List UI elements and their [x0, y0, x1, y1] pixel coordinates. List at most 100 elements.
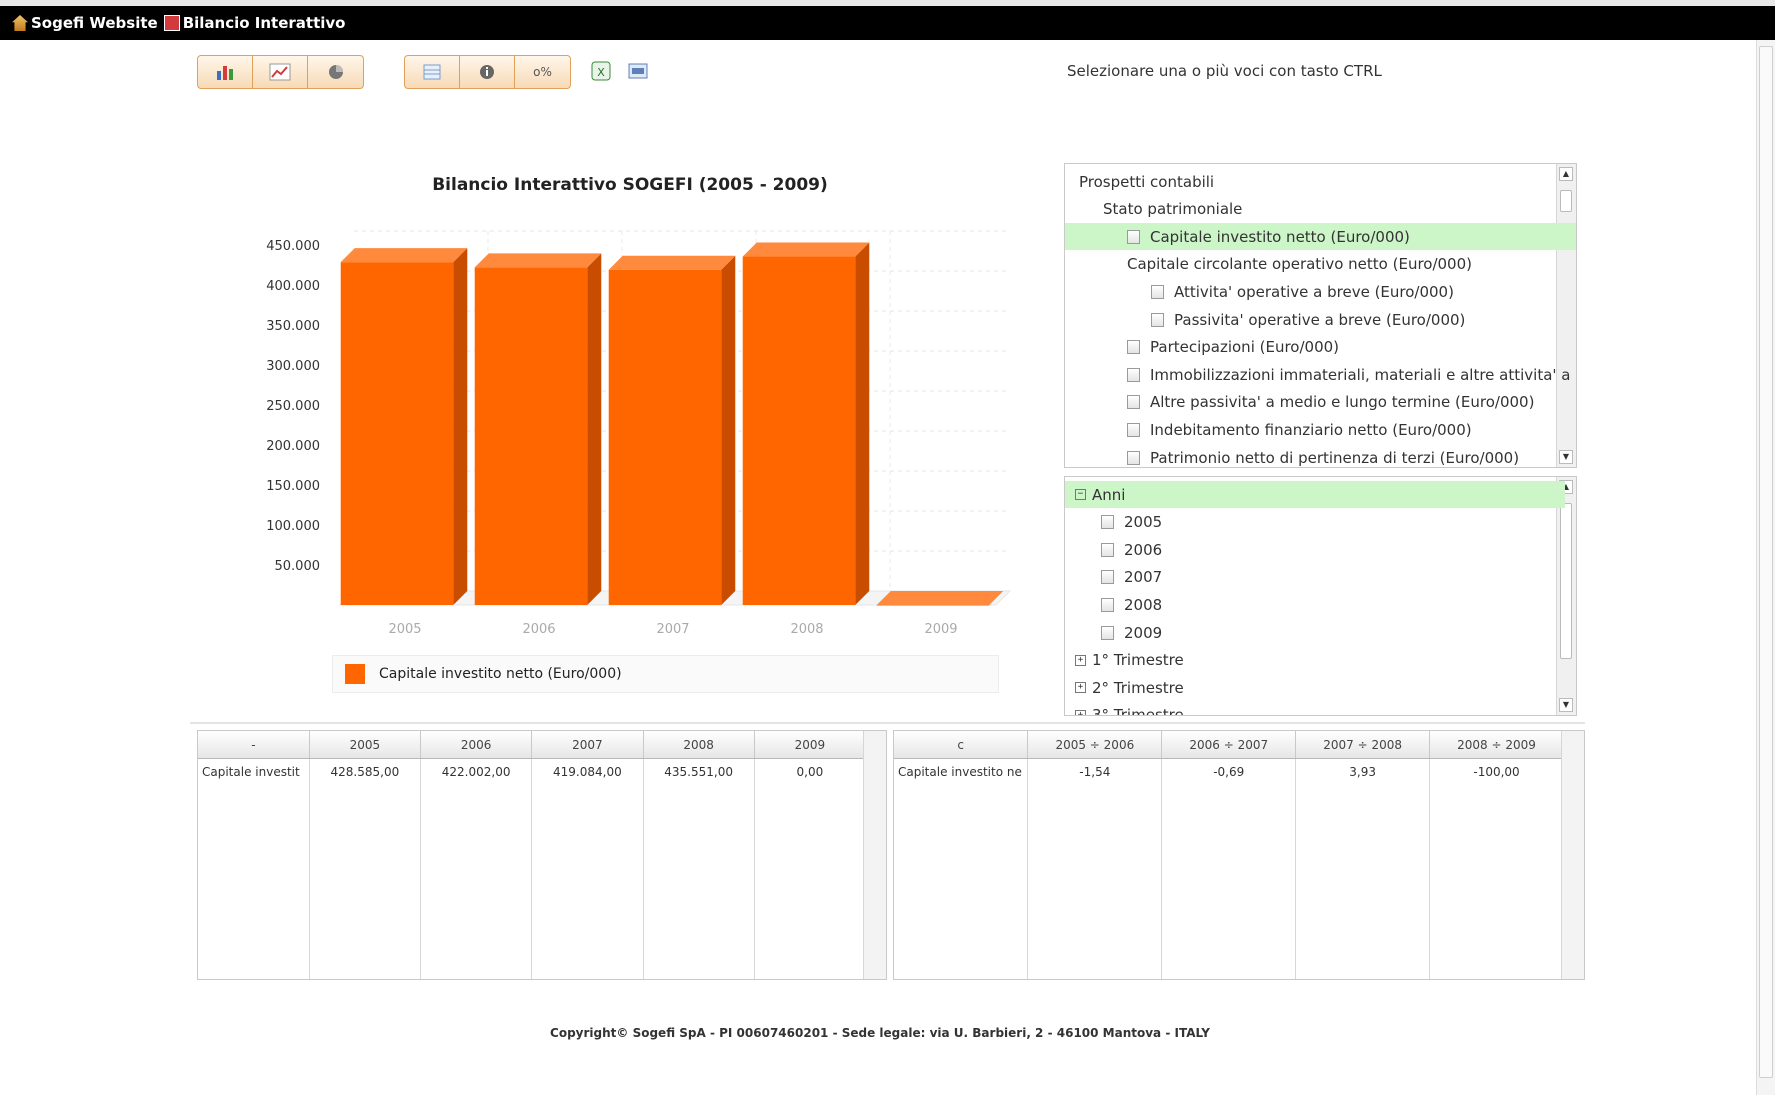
bar-side — [453, 248, 468, 605]
measures-tree[interactable]: ▲ ▼ Prospetti contabili Stato patrimonial… — [1064, 163, 1577, 468]
x-tick-label: 2009 — [924, 622, 957, 635]
table-cell: 0,00 — [754, 758, 867, 979]
column-header[interactable]: 2008 — [643, 731, 755, 759]
bar-chart-icon — [217, 66, 233, 80]
page-scrollbar-thumb[interactable] — [1759, 46, 1773, 1078]
x-tick-label: 2007 — [656, 622, 689, 635]
tree-item-label: 1° Trimestre — [1092, 651, 1184, 670]
periods-tree[interactable]: ▲ ▼ − Anni 2005 2006 2007 2008 2009 +1° Trimest… — [1064, 476, 1577, 716]
column-header[interactable]: 2005 ÷ 2006 — [1027, 731, 1163, 759]
info-button[interactable] — [460, 56, 515, 88]
tree-item-label: Patrimonio netto di pertinenza di terzi … — [1150, 448, 1520, 467]
table-icon — [423, 64, 441, 80]
bar-front[interactable] — [474, 267, 588, 605]
expand-icon[interactable]: + — [1075, 682, 1086, 694]
column-header[interactable]: 2007 ÷ 2008 — [1295, 731, 1431, 759]
tree-item[interactable]: Altre passivita' a medio e lungo termine… — [1065, 389, 1576, 416]
view-mode-group: o% — [404, 55, 571, 89]
table-cell: 3,93 — [1295, 758, 1431, 979]
tree-item[interactable]: Attivita' operative a breve (Euro/000) — [1065, 278, 1576, 305]
tree-item-label: Prospetti contabili — [1079, 172, 1215, 191]
tree-item-label: Partecipazioni (Euro/000) — [1150, 338, 1340, 357]
tree-item[interactable]: Indebitamento finanziario netto (Euro/00… — [1065, 416, 1576, 443]
tree-item[interactable]: Partecipazioni (Euro/000) — [1065, 334, 1576, 361]
table-view-button[interactable] — [405, 56, 460, 88]
table-cell: Capitale investit — [198, 758, 310, 979]
tree-item[interactable]: 2005 — [1065, 509, 1576, 536]
table-cell: 428.585,00 — [309, 758, 422, 979]
tree-item[interactable]: 2007 — [1065, 564, 1576, 591]
tree-item[interactable]: 2009 — [1065, 619, 1576, 646]
tree-item[interactable]: Capitale investito netto (Euro/000) — [1065, 223, 1576, 251]
document-icon — [1151, 312, 1164, 327]
table-cell: -1,54 — [1027, 758, 1163, 979]
change-grid-scrollbar[interactable] — [1561, 731, 1584, 979]
tree-item[interactable]: Immobilizzazioni immateriali, materiali … — [1065, 361, 1576, 388]
tree-item[interactable]: +2° Trimestre — [1065, 674, 1565, 701]
line-chart-button[interactable] — [253, 56, 308, 88]
bar-2009[interactable] — [876, 591, 1004, 606]
column-header[interactable]: 2006 — [420, 731, 533, 759]
column-header[interactable]: 2008 ÷ 2009 — [1429, 731, 1564, 759]
tree-item[interactable]: +3° Trimestre — [1065, 702, 1565, 715]
column-header[interactable]: - — [198, 731, 310, 759]
pie-chart-button[interactable] — [308, 56, 363, 88]
bar-2006[interactable] — [474, 253, 602, 605]
sogefi-website-link[interactable]: Sogefi Website — [12, 14, 158, 32]
values-grid: -2005 2006 2007 2008 2009 Capitale investit 42… — [197, 730, 887, 980]
bar-front[interactable] — [608, 269, 722, 605]
table-cell: 422.002,00 — [420, 758, 533, 979]
bar-2005[interactable] — [340, 248, 468, 605]
tree-item-label: Stato patrimoniale — [1103, 200, 1243, 219]
y-tick-label: 50.000 — [275, 559, 321, 574]
bar-front[interactable] — [742, 256, 856, 605]
expand-icon[interactable]: + — [1075, 709, 1086, 715]
selection-hint: Selezionare una o più voci con tasto CTR… — [1067, 62, 1382, 80]
bar-side — [587, 253, 602, 605]
column-header[interactable]: 2005 — [309, 731, 422, 759]
y-tick-label: 250.000 — [266, 399, 320, 414]
tree-item[interactable]: − Anni — [1065, 481, 1565, 508]
column-header[interactable]: 2007 — [531, 731, 644, 759]
bilancio-interattivo-link[interactable]: Bilancio Interattivo — [163, 14, 345, 32]
table-row[interactable]: Capitale investit 428.585,00 422.002,00 419… — [198, 758, 867, 979]
export-excel-button[interactable]: X — [590, 60, 612, 82]
tree-item-label: 2° Trimestre — [1092, 678, 1184, 697]
document-icon — [1101, 515, 1114, 530]
chart-legend: Capitale investito netto (Euro/000) — [332, 655, 999, 693]
tree-item[interactable]: Capitale circolante operativo netto (Eur… — [1065, 251, 1576, 278]
tree-item[interactable]: Patrimonio netto di pertinenza di terzi … — [1065, 444, 1576, 467]
column-header[interactable]: 2006 ÷ 2007 — [1161, 731, 1297, 759]
tree-item-label: Altre passivita' a medio e lungo termine… — [1150, 393, 1535, 412]
table-cell: Capitale investito ne — [894, 758, 1029, 979]
bar-top — [876, 591, 1004, 605]
bar-front[interactable] — [340, 262, 454, 605]
home-icon — [12, 15, 28, 31]
table-cell: 435.551,00 — [643, 758, 755, 979]
percent-button[interactable]: o% — [515, 56, 570, 88]
table-row[interactable]: Capitale investito ne -1,54 -0,69 3,93 -100,… — [894, 758, 1564, 979]
bar-front[interactable] — [876, 605, 990, 606]
bar-top — [608, 255, 736, 270]
print-button[interactable] — [627, 60, 649, 82]
tree-item[interactable]: 2006 — [1065, 536, 1576, 563]
tree-item-label: 2009 — [1124, 623, 1163, 642]
collapse-icon[interactable]: − — [1075, 489, 1086, 500]
column-header[interactable]: c — [894, 731, 1029, 759]
tree-item-label: Passivita' operative a breve (Euro/000) — [1174, 310, 1466, 329]
tree-item[interactable]: +1° Trimestre — [1065, 647, 1565, 674]
tree-item[interactable]: Passivita' operative a breve (Euro/000) — [1065, 306, 1576, 333]
tree-item[interactable]: Prospetti contabili — [1065, 168, 1569, 195]
sogefi-website-label: Sogefi Website — [31, 14, 158, 32]
tree-item-label: Anni — [1092, 485, 1126, 504]
tree-item[interactable]: 2008 — [1065, 591, 1576, 618]
bar-chart-button[interactable] — [198, 56, 253, 88]
expand-icon[interactable]: + — [1075, 654, 1086, 666]
page-scrollbar[interactable] — [1756, 40, 1775, 1095]
bar-2008[interactable] — [742, 242, 870, 605]
column-header[interactable]: 2009 — [754, 731, 867, 759]
values-grid-scrollbar[interactable] — [863, 731, 886, 979]
line-chart-icon — [269, 63, 291, 81]
tree-item[interactable]: Stato patrimoniale — [1065, 196, 1576, 223]
bar-2007[interactable] — [608, 255, 736, 606]
